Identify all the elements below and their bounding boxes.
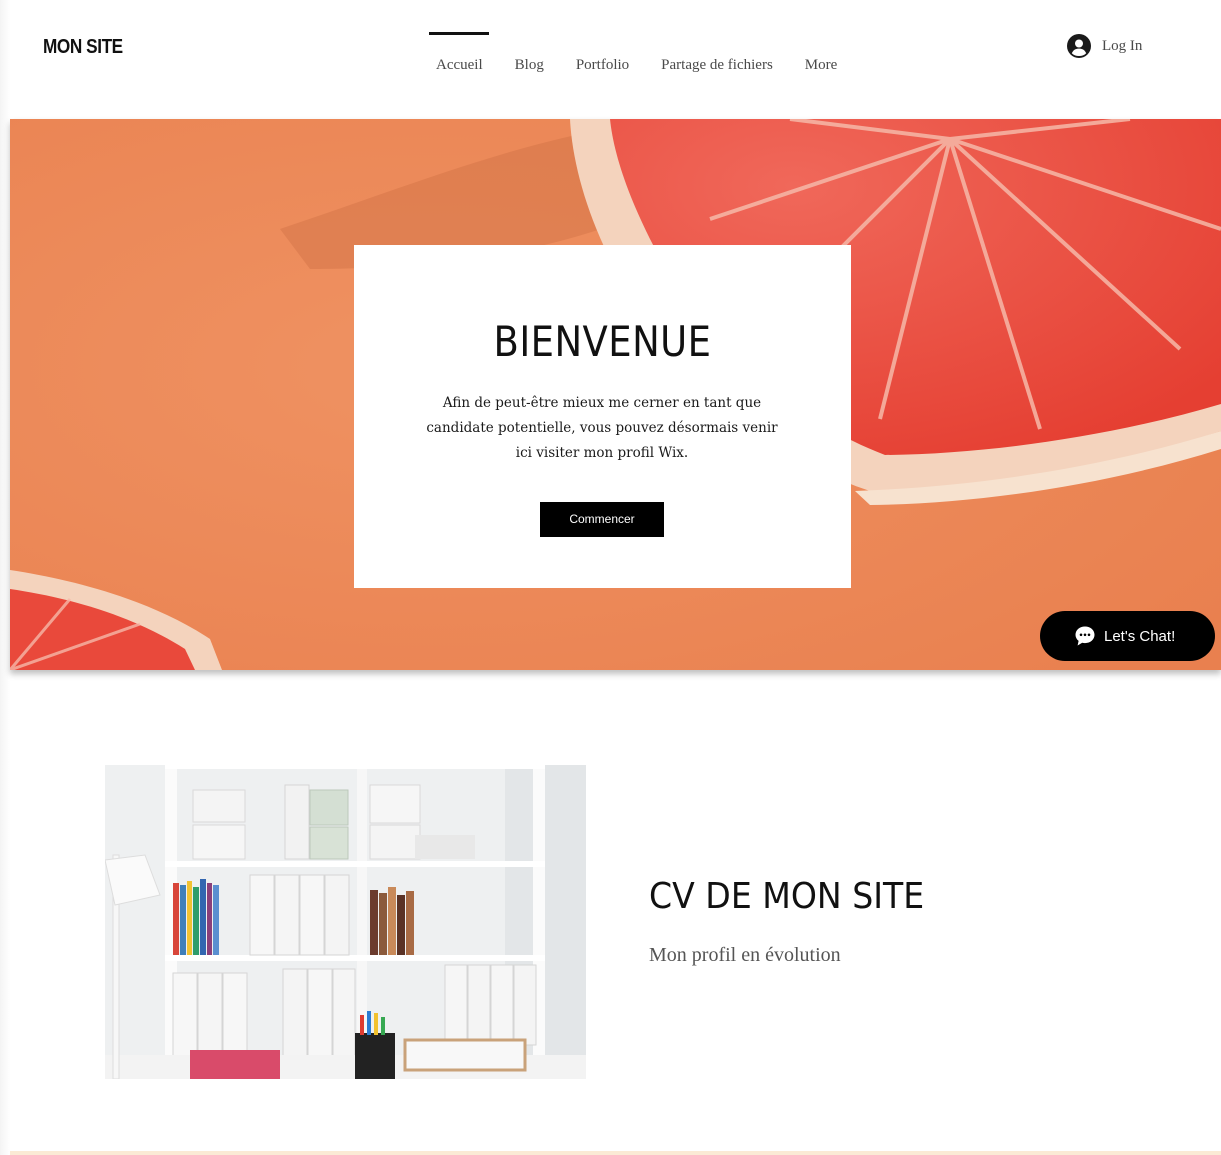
main-nav: Accueil Blog Portfolio Partage de fichie… xyxy=(429,32,853,82)
welcome-card: BIENVENUE Afin de peut-être mieux me cer… xyxy=(354,245,851,588)
welcome-text: Afin de peut-être mieux me cerner en tan… xyxy=(426,395,778,461)
nav-item-accueil[interactable]: Accueil xyxy=(429,32,499,82)
chat-bubble-icon xyxy=(1075,626,1095,646)
footer-strip xyxy=(10,1151,1221,1155)
user-avatar-icon xyxy=(1067,34,1091,58)
cv-subtitle: Mon profil en évolution xyxy=(649,944,841,966)
chat-button[interactable]: Let's Chat! xyxy=(1040,611,1215,661)
hero-section: BIENVENUE Afin de peut-être mieux me cer… xyxy=(10,119,1221,670)
login-label: Log In xyxy=(1102,37,1143,54)
login-button[interactable]: Log In xyxy=(1067,34,1142,58)
cv-section: CV DE MON SITE Mon profil en évolution xyxy=(10,692,1221,1152)
nav-item-blog[interactable]: Blog xyxy=(499,32,560,82)
frame-edge xyxy=(0,0,10,1155)
site-logo[interactable]: MON SITE xyxy=(43,36,123,59)
office-shelf-image xyxy=(105,765,586,1079)
nav-item-portfolio[interactable]: Portfolio xyxy=(560,32,645,82)
nav-item-partage-de-fichiers[interactable]: Partage de fichiers xyxy=(645,32,789,82)
nav-item-more[interactable]: More xyxy=(789,32,854,82)
page: MON SITE Accueil Blog Portfolio Partage … xyxy=(0,0,1221,1155)
site-header: MON SITE Accueil Blog Portfolio Partage … xyxy=(10,0,1221,119)
welcome-title: BIENVENUE xyxy=(493,317,712,366)
commencer-button[interactable]: Commencer xyxy=(540,502,664,537)
chat-label: Let's Chat! xyxy=(1104,627,1176,645)
cv-title: CV DE MON SITE xyxy=(649,876,925,917)
